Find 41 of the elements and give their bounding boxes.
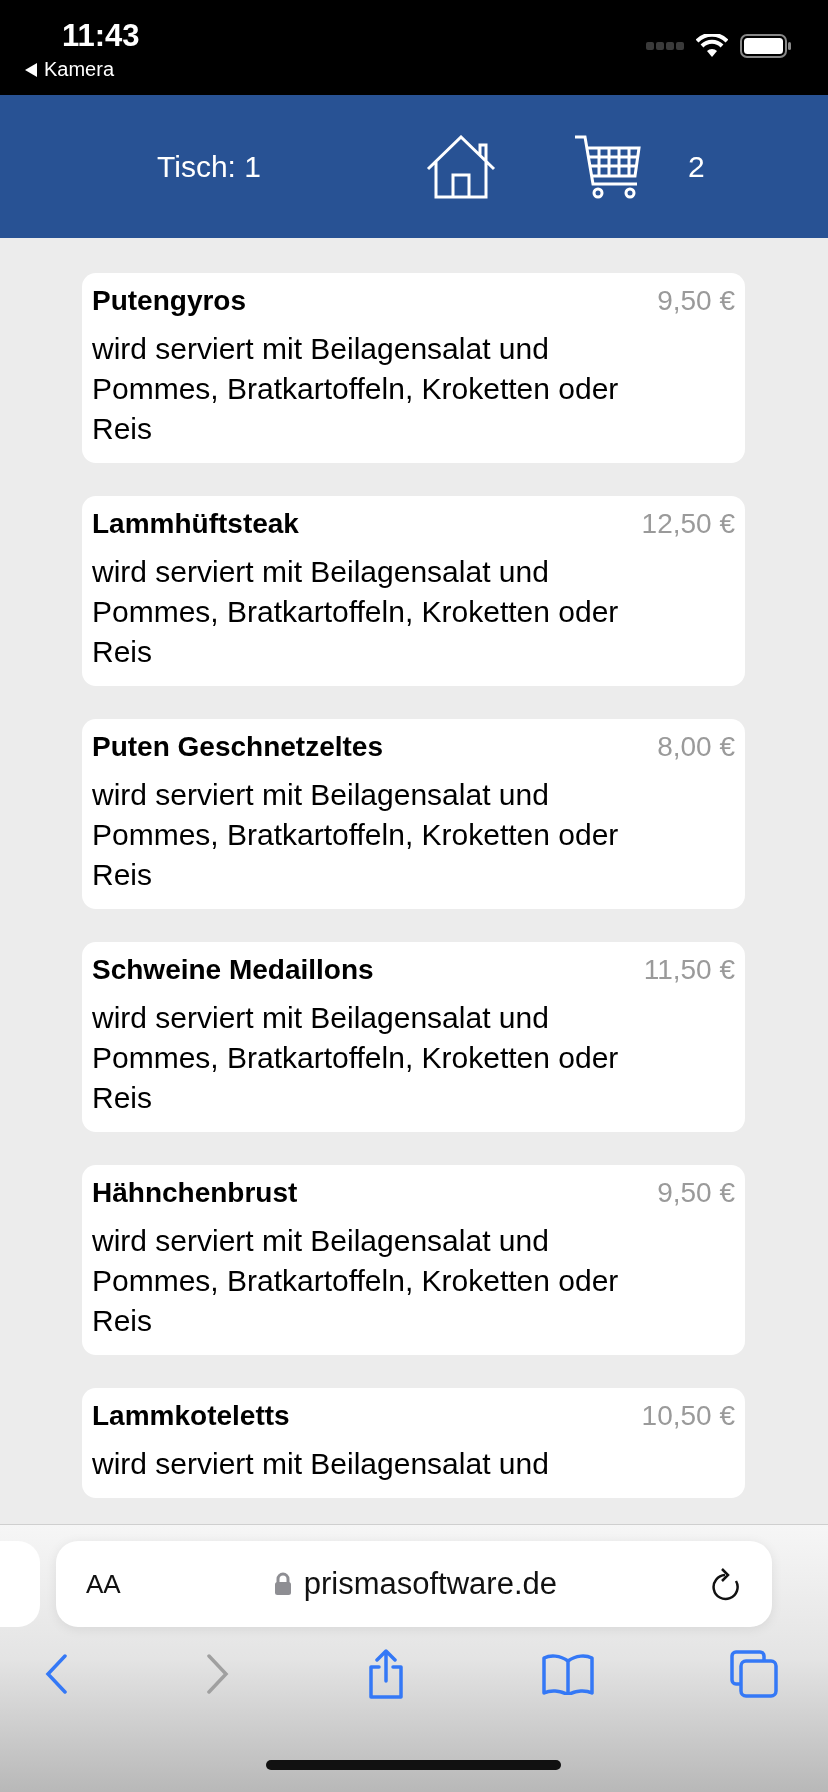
dish-name: Puten Geschnetzeltes: [92, 731, 383, 763]
dish-name: Putengyros: [92, 285, 247, 317]
menu-item-card[interactable]: Lammkoteletts 10,50 € wird serviert mit Beilagensalat und: [82, 1388, 745, 1498]
dish-price: 10,50 €: [641, 1400, 735, 1432]
back-triangle-icon[interactable]: [24, 61, 38, 78]
battery-icon: [740, 34, 792, 58]
dish-name: Lammkoteletts: [92, 1400, 290, 1432]
status-time: 11:43: [62, 18, 140, 54]
table-number: Tisch: 1: [157, 149, 261, 184]
home-icon[interactable]: [425, 134, 496, 199]
lock-icon: [273, 1572, 292, 1596]
dish-name: Lammhüftsteak: [92, 508, 299, 540]
dish-price: 9,50 €: [657, 1177, 735, 1209]
tabs-icon[interactable]: [730, 1650, 778, 1698]
dish-name: Schweine Medaillons: [92, 954, 374, 986]
dish-description: wird serviert mit Beilagensalat und Pommes, Bratkartoffeln, Kroketten oder Reis: [92, 1000, 620, 1116]
dish-price: 12,50 €: [641, 508, 735, 540]
menu-item-card[interactable]: Puten Geschnetzeltes 8,00 € wird serviert mit Beilagensalat und Pommes, Bratkartoffeln, Kroketten oder Reis: [82, 719, 745, 909]
dish-description: wird serviert mit Beilagensalat und: [92, 1446, 550, 1482]
cart-icon[interactable]: [573, 133, 642, 200]
dish-price: 8,00 €: [657, 731, 735, 763]
text-size-button[interactable]: AA: [86, 1568, 121, 1600]
signal-icon: [646, 41, 684, 51]
url-text: prismasoftware.de: [303, 1566, 557, 1602]
dish-description: wird serviert mit Beilagensalat und Pommes, Bratkartoffeln, Kroketten oder Reis: [92, 777, 620, 893]
dish-name: Hähnchenbrust: [92, 1177, 298, 1209]
dish-description: wird serviert mit Beilagensalat und Pommes, Bratkartoffeln, Kroketten oder Reis: [92, 554, 620, 670]
cart-count: 2: [687, 149, 705, 184]
dish-price: 9,50 €: [657, 285, 735, 317]
menu-item-card[interactable]: Putengyros 9,50 € wird serviert mit Beilagensalat und Pommes, Bratkartoffeln, Kroketten oder Reis: [82, 273, 745, 463]
address-bar[interactable]: AA prismasoftware.de: [56, 1541, 772, 1627]
dish-description: wird serviert mit Beilagensalat und Pommes, Bratkartoffeln, Kroketten oder Reis: [92, 331, 620, 447]
menu-item-card[interactable]: Schweine Medaillons 11,50 € wird serviert mit Beilagensalat und Pommes, Bratkartoffeln, Kroketten oder Reis: [82, 942, 745, 1132]
dish-price: 11,50 €: [643, 954, 735, 986]
reload-icon[interactable]: [710, 1567, 742, 1601]
menu-item-card[interactable]: Hähnchenbrust 9,50 € wird serviert mit Beilagensalat und Pommes, Bratkartoffeln, Kroketten oder Reis: [82, 1165, 745, 1355]
back-app-link[interactable]: Kamera: [44, 58, 115, 81]
menu-item-card[interactable]: Lammhüftsteak 12,50 € wird serviert mit Beilagensalat und Pommes, Bratkartoffeln, Kroketten oder Reis: [82, 496, 745, 686]
dish-description: wird serviert mit Beilagensalat und Pommes, Bratkartoffeln, Kroketten oder Reis: [92, 1223, 620, 1339]
book-icon[interactable]: [541, 1653, 594, 1695]
wifi-icon: [696, 34, 728, 58]
